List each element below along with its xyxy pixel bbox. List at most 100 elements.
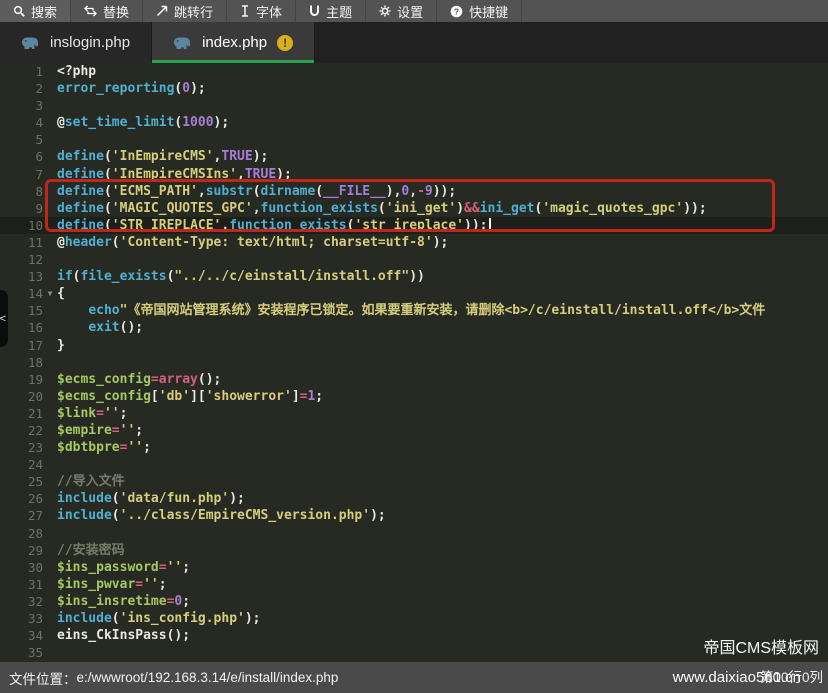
code-line[interactable]: 29//安装密码 [0,542,828,559]
code-line[interactable]: 32$ins_insretime=0; [0,593,828,610]
code-line[interactable]: 9define('MAGIC_QUOTES_GPC',function_exis… [0,200,828,217]
code-text: } [57,337,65,354]
fold-slot [43,439,57,456]
cursor-position: 第10行0列 [760,662,823,693]
code-text: include('../class/EmpireCMS_version.php'… [57,507,386,524]
toolbar-item-settings[interactable]: 设置 [366,0,437,22]
code-line[interactable]: 26 include('data/fun.php'); [0,490,828,507]
code-line[interactable]: 6define('InEmpireCMS',TRUE); [0,148,828,165]
line-number: 8 [0,183,43,200]
code-text: $link=''; [57,405,127,422]
fold-slot [43,559,57,576]
line-number: 4 [0,114,43,131]
chevron-left-icon: < [0,313,6,325]
line-number: 34 [0,627,43,644]
warning-icon: ! [277,35,293,51]
fold-slot [43,148,57,165]
code-line[interactable]: 10define('STR_IREPLACE',function_exists(… [0,217,828,234]
code-line[interactable]: 23 $dbtbpre=''; [0,439,828,456]
fold-slot [43,302,57,319]
line-number: 33 [0,610,43,627]
fold-slot [43,627,57,644]
toolbar-item-gotoline[interactable]: 跳转行 [143,0,227,22]
code-text: include('ins_config.php'); [57,610,261,627]
line-number: 7 [0,166,43,183]
code-line[interactable]: 34eins_CkInsPass(); [0,627,828,644]
code-line[interactable]: 20$ecms_config['db']['showerror']=1; [0,388,828,405]
replace-icon [84,5,97,17]
fold-slot [43,456,57,473]
line-number: 28 [0,525,43,542]
code-line[interactable]: 2error_reporting(0); [0,80,828,97]
code-text: @set_time_limit(1000); [57,114,229,131]
code-line[interactable]: 24 [0,456,828,473]
toolbar-item-replace[interactable]: 替换 [71,0,143,22]
line-number: 1 [0,63,43,80]
toolbar-item-search[interactable]: 搜索 [0,0,71,22]
toolbar-item-font[interactable]: 字体 [227,0,296,22]
line-number: 23 [0,439,43,456]
code-line[interactable]: 25//导入文件 [0,473,828,490]
code-line[interactable]: 35 [0,644,828,661]
fold-slot [43,63,57,80]
code-line[interactable]: 12 [0,251,828,268]
code-line[interactable]: 8define('ECMS_PATH',substr(dirname(__FIL… [0,183,828,200]
fold-slot [43,166,57,183]
tab-label: index.php [202,34,267,51]
code-line[interactable]: 13if(file_exists("../../c/einstall/insta… [0,268,828,285]
code-line[interactable]: 7define('InEmpireCMSIns',TRUE); [0,166,828,183]
code-line[interactable]: 3 [0,97,828,114]
line-number: 21 [0,405,43,422]
code-text: //安装密码 [57,542,125,559]
code-text: @header('Content-Type: text/html; charse… [57,234,448,251]
fold-slot [43,80,57,97]
line-number: 31 [0,576,43,593]
code-line[interactable]: 11@header('Content-Type: text/html; char… [0,234,828,251]
fold-arrow-icon[interactable]: ▼ [43,285,57,302]
search-icon [13,5,25,17]
code-line[interactable]: 33 include('ins_config.php'); [0,610,828,627]
code-line[interactable]: 30 $ins_password=''; [0,559,828,576]
code-text: //导入文件 [57,473,125,490]
code-text: include('data/fun.php'); [57,490,245,507]
toolbar-item-label: 字体 [256,2,282,21]
code-line[interactable]: 27include('../class/EmpireCMS_version.ph… [0,507,828,524]
line-number: 13 [0,268,43,285]
fold-slot [43,268,57,285]
code-text: $ins_insretime=0; [57,593,190,610]
toolbar-item-theme[interactable]: 主题 [296,0,366,22]
fold-slot [43,644,57,661]
code-text: $ins_password=''; [57,559,190,576]
fold-slot [43,490,57,507]
line-number: 30 [0,559,43,576]
code-text: $dbtbpre=''; [57,439,151,456]
code-line[interactable]: 14▼{ [0,285,828,302]
code-lines: 1<?php2error_reporting(0);34@set_time_li… [0,63,828,661]
code-line[interactable]: 21 $link=''; [0,405,828,422]
theme-icon [309,5,320,17]
code-line[interactable]: 1<?php [0,63,828,80]
php-file-icon [173,36,192,50]
line-number: 35 [0,644,43,661]
code-line[interactable]: 28 [0,525,828,542]
code-line[interactable]: 15 echo"《帝国网站管理系统》安装程序已锁定。如果要重新安装，请删除<b>… [0,302,828,319]
code-line[interactable]: 5 [0,131,828,148]
tab-inslogin[interactable]: inslogin.php [0,22,152,63]
code-line[interactable]: 31$ins_pwvar=''; [0,576,828,593]
tab-index[interactable]: index.php! [152,22,315,63]
code-line[interactable]: 4 @set_time_limit(1000); [0,114,828,131]
toolbar-item-label: 搜索 [31,2,57,21]
code-line[interactable]: 16 exit(); [0,319,828,336]
code-text: define('STR_IREPLACE',function_exists('s… [57,217,491,234]
line-number: 26 [0,490,43,507]
fold-slot [43,183,57,200]
panel-toggle-button[interactable]: < [0,290,8,347]
fold-slot [43,473,57,490]
code-line[interactable]: 22$empire=''; [0,422,828,439]
code-line[interactable]: 18 [0,354,828,371]
fold-slot [43,217,57,234]
toolbar-item-shortcuts[interactable]: ?快捷键 [437,0,522,22]
toolbar-item-label: 主题 [326,2,352,21]
code-line[interactable]: 17} [0,337,828,354]
code-line[interactable]: 19$ecms_config=array(); [0,371,828,388]
